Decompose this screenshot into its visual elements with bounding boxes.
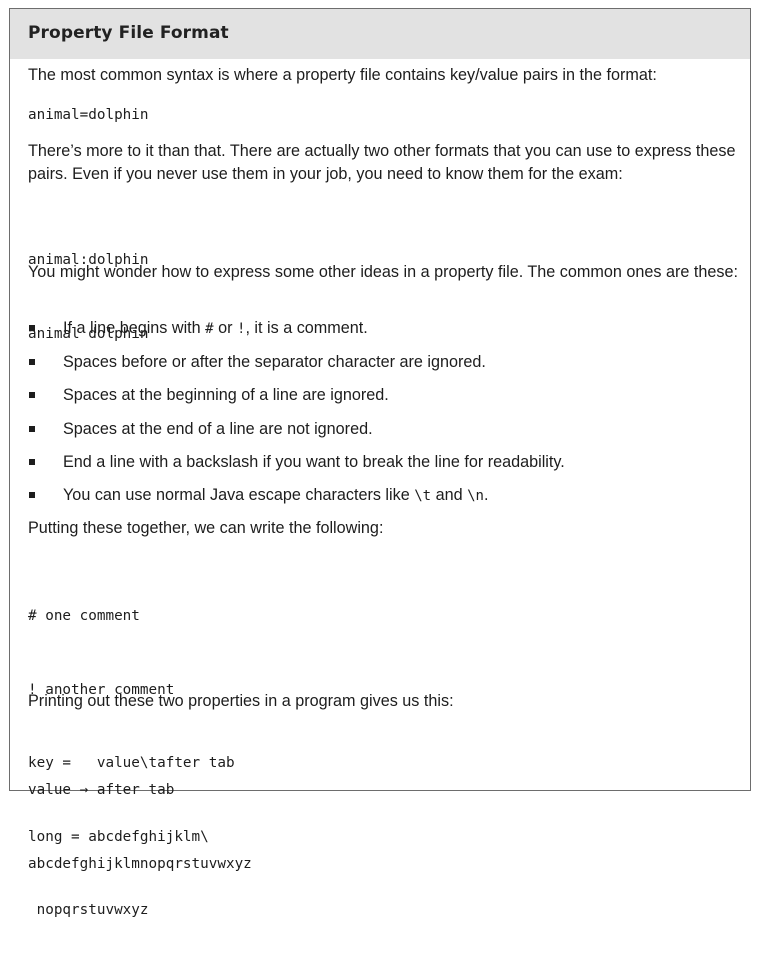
bullet-marker	[29, 492, 35, 498]
bullet-text: Spaces before or after the separator cha…	[63, 353, 486, 371]
sidebar-title: Property File Format	[10, 9, 750, 59]
bullet-item: Spaces at the end of a line are not igno…	[28, 417, 740, 441]
code-basic: animal=dolphin	[28, 107, 149, 123]
sidebar-box: Property File Format The most common syn…	[9, 8, 751, 918]
intro-paragraph: The most common syntax is where a proper…	[28, 66, 657, 84]
bullet-marker	[29, 359, 35, 365]
bullet-text: Spaces at the end of a line are not igno…	[63, 420, 373, 438]
bullet-text: You can use normal Java escape character…	[63, 486, 489, 504]
bullet-item: End a line with a backslash if you want …	[28, 450, 740, 474]
bullet-text: End a line with a backslash if you want …	[63, 453, 565, 471]
code-line: # one comment	[28, 608, 140, 624]
bullet-marker	[29, 392, 35, 398]
bullet-marker	[29, 459, 35, 465]
bullet-item: If a line begins with # or !, it is a co…	[28, 316, 740, 340]
bullet-item: Spaces at the beginning of a line are ig…	[28, 383, 740, 407]
bullet-text: If a line begins with # or !, it is a co…	[63, 319, 368, 337]
code-line: abcdefghijklmnopqrstuvwxyz	[28, 855, 252, 872]
formats-paragraph: There’s more to it than that. There are …	[28, 142, 736, 183]
bullet-marker	[29, 426, 35, 432]
ideas-paragraph: You might wonder how to express some oth…	[28, 263, 738, 281]
bullet-item: Spaces before or after the separator cha…	[28, 350, 740, 374]
bullet-item: You can use normal Java escape character…	[28, 483, 740, 507]
together-paragraph: Putting these together, we can write the…	[28, 519, 384, 537]
bullet-text: Spaces at the beginning of a line are ig…	[63, 386, 389, 404]
printing-paragraph: Printing out these two properties in a p…	[28, 692, 454, 710]
code-output: value → after tab abcdefghijklmnopqrstuv…	[28, 729, 252, 925]
bullet-marker	[29, 325, 35, 331]
code-line: value → after tab	[28, 782, 175, 798]
